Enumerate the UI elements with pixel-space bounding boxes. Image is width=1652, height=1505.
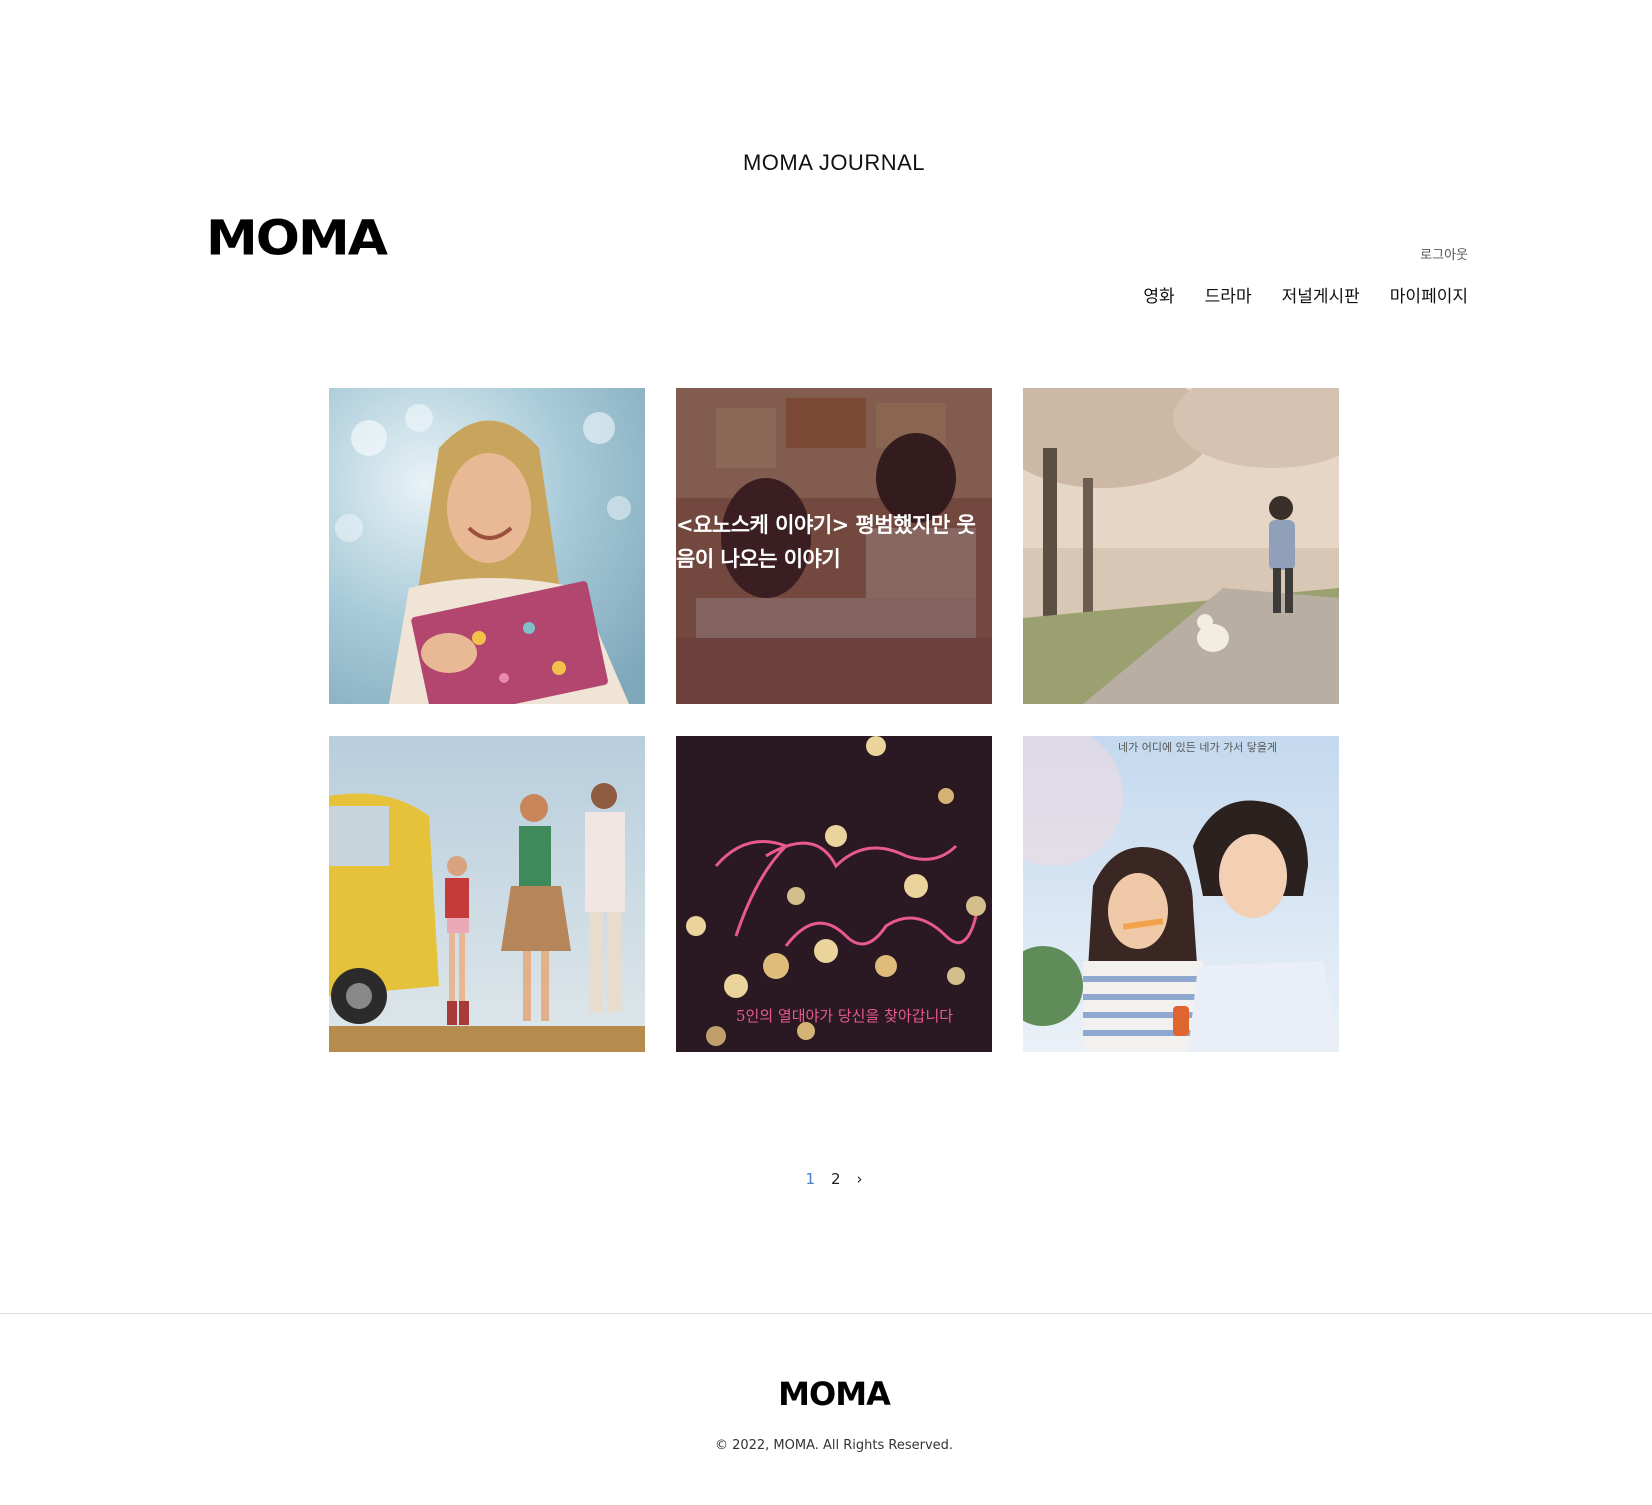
nav-item-movies[interactable]: 영화 [1143, 282, 1174, 307]
page-2-button[interactable]: 2 [831, 1170, 841, 1188]
bokeh-lights-poster: 5인의 열대야가 당신을 찾아갑니다 [676, 736, 992, 1052]
footer-logo: MOMA [778, 1375, 891, 1413]
page-1-button[interactable]: 1 [805, 1170, 815, 1188]
chevron-right-icon[interactable]: › [857, 1170, 863, 1188]
nav-item-journal-board[interactable]: 저널게시판 [1282, 282, 1360, 307]
copyright-text: © 2022, MOMA. All Rights Reserved. [714, 1438, 954, 1453]
couple-poster: 네가 어디에 있든 네가 가서 닿을게 [1023, 736, 1339, 1052]
page-title: MOMA JOURNAL [742, 150, 926, 175]
moma-logo[interactable]: MOMA [206, 215, 388, 263]
poster-caption: 5인의 열대야가 당신을 찾아갑니다 [736, 1007, 953, 1025]
woman-holding-diary-photo [329, 388, 645, 704]
pagination: 1 2 › [0, 1170, 1652, 1188]
girl-and-dog-cherry-blossom-photo [1023, 388, 1339, 704]
journal-card[interactable] [329, 388, 645, 704]
family-yellow-van-photo [329, 736, 645, 1052]
journal-card[interactable] [1023, 388, 1339, 704]
nav-item-dramas[interactable]: 드라마 [1205, 282, 1252, 307]
journal-card[interactable]: 5인의 열대야가 당신을 찾아갑니다 [676, 736, 992, 1052]
journal-card[interactable]: <요노스케 이야기> 평범했지만 웃음이 나오는 이야기 [676, 388, 992, 704]
card-title[interactable]: <요노스케 이야기> 평범했지만 웃음이 나오는 이야기 [676, 508, 992, 576]
journal-grid: <요노스케 이야기> 평범했지만 웃음이 나오는 이야기 5인의 열대야가 당신… [329, 388, 1339, 1052]
main-nav: 영화 드라마 저널게시판 마이페이지 [1143, 282, 1468, 307]
journal-card[interactable] [329, 736, 645, 1052]
footer-divider [0, 1313, 1652, 1314]
logout-link[interactable]: 로그아웃 [1420, 244, 1468, 263]
poster-tagline: 네가 어디에 있든 네가 가서 닿을게 [1118, 740, 1277, 754]
journal-card[interactable]: 네가 어디에 있든 네가 가서 닿을게 [1023, 736, 1339, 1052]
nav-item-mypage[interactable]: 마이페이지 [1390, 282, 1468, 307]
